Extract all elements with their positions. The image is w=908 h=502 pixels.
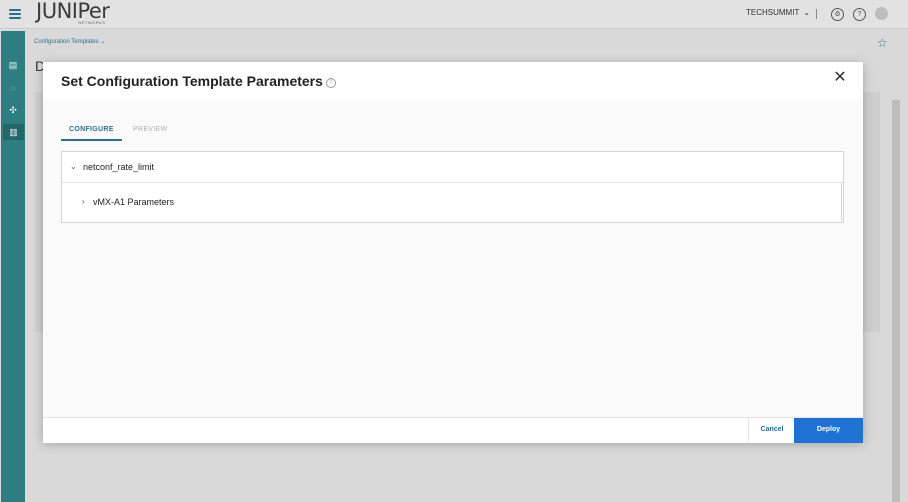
- deploy-button[interactable]: Deploy: [794, 418, 863, 443]
- avatar[interactable]: [875, 7, 888, 20]
- modal-footer: Cancel Deploy: [43, 417, 863, 443]
- tab-configure[interactable]: CONFIGURE: [61, 124, 122, 141]
- close-icon[interactable]: ✕: [832, 70, 848, 86]
- templates-icon[interactable]: ▥: [3, 124, 24, 140]
- hamburger-icon[interactable]: [9, 9, 21, 19]
- accordion-item-label: vMX-A1 Parameters: [93, 197, 175, 207]
- dashboard-icon[interactable]: ▤: [8, 60, 18, 70]
- scrollbar[interactable]: [892, 100, 900, 502]
- juniper-logo: JUNIPer NETWORKS: [36, 0, 110, 26]
- logo-text: JUNIPer: [36, 0, 110, 23]
- chevron-right-icon: ›: [82, 197, 85, 206]
- org-selector[interactable]: TECHSUMMIT ⌄: [746, 8, 810, 17]
- accordion-title: netconf_rate_limit: [83, 162, 155, 172]
- nav-strip: ▤ ◌ ✣ ▥: [1, 31, 25, 502]
- tab-preview[interactable]: PREVIEW: [125, 124, 175, 139]
- accordion-item-border: [62, 183, 842, 221]
- top-bar: JUNIPer NETWORKS TECHSUMMIT ⌄ ⚙ ?: [0, 0, 908, 29]
- cancel-button[interactable]: Cancel: [748, 418, 795, 442]
- gear-icon[interactable]: ⚙: [831, 8, 844, 21]
- accordion-item[interactable]: › vMX-A1 Parameters: [62, 183, 843, 222]
- accordion-header[interactable]: ⌄ netconf_rate_limit: [62, 152, 843, 183]
- question-icon[interactable]: ?: [853, 8, 866, 21]
- template-accordion: ⌄ netconf_rate_limit › vMX-A1 Parameters: [61, 151, 844, 223]
- modal-header: Set Configuration Template Parameters? ✕: [43, 62, 863, 100]
- help-icon[interactable]: ?: [325, 78, 336, 88]
- breadcrumb[interactable]: Configuration Templates ⌄: [34, 38, 105, 45]
- divider: [816, 9, 817, 19]
- org-name: TECHSUMMIT: [746, 8, 800, 17]
- set-parameters-modal: Set Configuration Template Parameters? ✕…: [43, 62, 863, 443]
- chevron-down-icon: ⌄: [803, 8, 811, 17]
- modal-title-text: Set Configuration Template Parameters: [61, 73, 323, 89]
- shield-icon[interactable]: ◌: [8, 83, 18, 93]
- network-icon[interactable]: ✣: [8, 105, 18, 115]
- modal-title: Set Configuration Template Parameters?: [61, 73, 336, 89]
- chevron-down-icon: ⌄: [70, 162, 77, 171]
- star-icon[interactable]: ☆: [877, 36, 888, 50]
